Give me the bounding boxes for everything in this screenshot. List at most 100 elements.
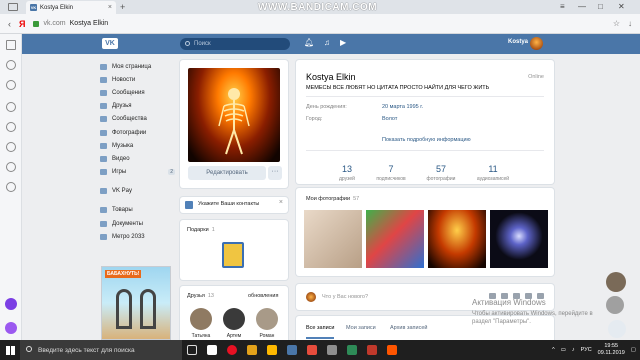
contacts-prompt[interactable]: Укажите Ваши контакты × (180, 197, 288, 213)
stat-friends[interactable]: 13 друзей (322, 164, 372, 182)
language-indicator[interactable]: РУС (581, 347, 592, 353)
yandex-icon[interactable]: Я (19, 19, 25, 29)
new-tab-button[interactable]: + (120, 2, 125, 12)
profile-photo[interactable] (188, 68, 280, 162)
close-window-icon[interactable]: ✕ (618, 2, 625, 11)
network-icon[interactable]: ▭ (561, 347, 566, 353)
music-icon[interactable] (6, 142, 16, 152)
photos-title[interactable]: Мои фотографии 57 (306, 196, 359, 202)
menu-item-vkpay[interactable]: VK Pay (100, 185, 175, 198)
photo-thumb[interactable] (304, 210, 362, 268)
photo-thumb[interactable] (490, 210, 548, 268)
tray-up-icon[interactable]: ^ (552, 347, 555, 353)
zen-icon[interactable] (6, 80, 16, 90)
photo-thumb[interactable] (366, 210, 424, 268)
profile-status[interactable]: МЕМЕСЫ ВСЕ ЛЮБЯТ НО ЦИТАТА ПРОСТО НАЙТИ … (306, 85, 489, 91)
tab-close-icon[interactable]: × (108, 4, 112, 11)
notifications-icon[interactable]: ▢ (631, 347, 636, 353)
taskbar-app-icon[interactable] (342, 340, 362, 360)
taskbar-app-icon[interactable] (242, 340, 262, 360)
menu-item-news[interactable]: Новости (100, 73, 175, 86)
gifts-title[interactable]: Подарки 1 (187, 227, 215, 233)
birthday-value[interactable]: 20 марта 1995 г. (382, 104, 423, 110)
taskbar-app-icon[interactable] (302, 340, 322, 360)
friends-title[interactable]: Друзья 13 (187, 293, 214, 299)
start-button[interactable] (0, 340, 20, 360)
stat-audio[interactable]: 11 аудиозаписей (468, 164, 518, 182)
notifications-icon[interactable] (6, 60, 16, 70)
photo-thumb[interactable] (428, 210, 486, 268)
video-icon[interactable] (6, 162, 16, 172)
bookmark-icon[interactable]: ☆ (613, 19, 620, 28)
alice-icon[interactable] (5, 298, 17, 310)
home-icon (100, 63, 107, 70)
tab-all-posts[interactable]: Все записи (306, 325, 335, 339)
taskbar-app-icon[interactable] (202, 340, 222, 360)
taskbar-app-icon[interactable] (222, 340, 242, 360)
menu-item-goods[interactable]: Товары (100, 204, 175, 217)
menu-item-communities[interactable]: Сообщества (100, 113, 175, 126)
bell-icon[interactable]: 🔔︎ (304, 38, 314, 47)
tab-my-posts[interactable]: Мои записи (346, 325, 376, 331)
city-value[interactable]: Волот (382, 116, 397, 122)
menu-item-video[interactable]: Видео (100, 152, 175, 165)
gift-image[interactable] (222, 242, 244, 268)
maximize-icon[interactable]: □ (598, 2, 603, 11)
menu-item-messages[interactable]: Сообщения (100, 86, 175, 99)
clock[interactable]: 19:55 09.11.2019 (598, 343, 625, 357)
play-icon[interactable]: ▶ (340, 38, 346, 47)
close-icon[interactable]: × (279, 199, 283, 206)
menu-icon[interactable]: ≡ (560, 2, 565, 11)
url-field[interactable]: vk.com Kostya Elkin (33, 20, 108, 27)
edit-profile-button[interactable]: Редактировать (188, 166, 266, 180)
menu-item-games[interactable]: Игры 2 (100, 166, 175, 179)
compose-icon[interactable] (608, 320, 626, 338)
menu-item-photos[interactable]: Фотографии (100, 126, 175, 139)
show-more-info-link[interactable]: Показать подробную информацию (382, 137, 471, 143)
menu-item-documents[interactable]: Документы (100, 217, 175, 230)
assistant-icon[interactable] (5, 322, 17, 334)
promo-banner[interactable]: БАБАХНУТЬ! (101, 266, 171, 340)
menu-item-metro[interactable]: Метро 2033 (100, 230, 175, 243)
menu-item-label: Сообщества (112, 116, 147, 123)
taskbar-app-icon[interactable] (362, 340, 382, 360)
menu-item-music[interactable]: Музыка (100, 139, 175, 152)
tabs-overview-icon[interactable] (8, 3, 18, 11)
download-icon[interactable]: ↓ (628, 19, 632, 28)
music-icon (100, 142, 107, 149)
stat-photos[interactable]: 57 фотографии (416, 164, 466, 182)
vk-logo-icon[interactable]: VK (102, 38, 118, 49)
stat-followers[interactable]: 7 подписчиков (366, 164, 416, 182)
music-note-icon[interactable]: ♫ (324, 38, 330, 47)
back-icon[interactable]: ‹ (8, 19, 11, 29)
minimize-icon[interactable]: — (578, 2, 586, 11)
taskbar-app-icon[interactable] (322, 340, 342, 360)
friend-item[interactable]: Татьяна (189, 308, 213, 339)
chat-avatar[interactable] (606, 272, 626, 292)
task-view-icon[interactable] (182, 340, 202, 360)
chat-avatar[interactable] (606, 296, 624, 314)
history-icon[interactable] (6, 102, 16, 112)
downloads-icon[interactable] (6, 122, 16, 132)
taskbar-app-icon[interactable] (262, 340, 282, 360)
friend-item[interactable]: Артем (222, 308, 246, 339)
lock-icon (33, 20, 40, 27)
menu-item-friends[interactable]: Друзья (100, 100, 175, 113)
new-post-input[interactable]: Что у Вас нового? (322, 294, 368, 300)
friend-item[interactable]: Роман (255, 308, 279, 339)
tab-archive[interactable]: Архив записей (390, 325, 427, 331)
url-host: vk.com (43, 20, 66, 27)
taskbar-app-icon[interactable] (382, 340, 402, 360)
volume-icon[interactable]: ♪ (572, 347, 575, 353)
messenger-icon[interactable] (6, 182, 16, 192)
taskbar-app-icon[interactable] (282, 340, 302, 360)
header-avatar[interactable] (530, 37, 543, 50)
friends-updates-link[interactable]: обновления (248, 293, 278, 299)
more-actions-button[interactable]: ··· (268, 166, 282, 180)
browser-tab[interactable]: VK Kostya Elkin × (26, 1, 116, 14)
apps-icon[interactable] (6, 40, 16, 50)
taskbar-search-input[interactable]: Введите здесь текст для поиска (20, 340, 182, 360)
header-user-name[interactable]: Kostya (508, 39, 528, 45)
menu-item-my-page[interactable]: Моя страница (100, 60, 175, 73)
vk-search-input[interactable]: Поиск (180, 38, 290, 50)
